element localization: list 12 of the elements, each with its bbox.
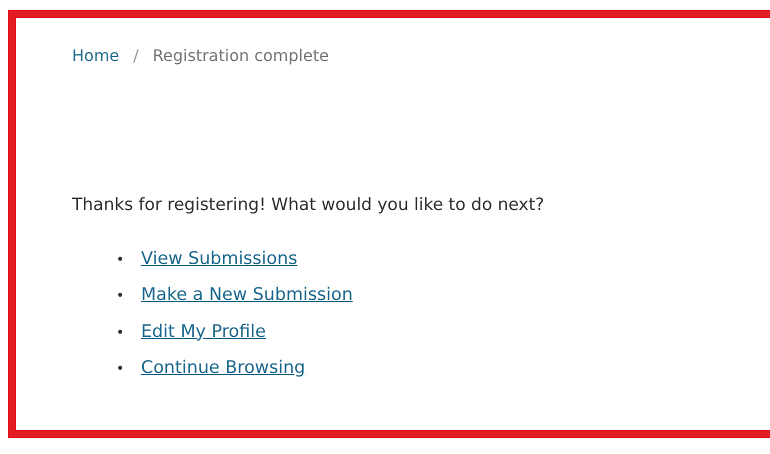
action-link[interactable]: Make a New Submission xyxy=(141,285,353,306)
bullet-icon: • xyxy=(116,324,141,341)
action-link[interactable]: Edit My Profile xyxy=(141,322,266,342)
current-page-text: Registration complete xyxy=(152,46,329,65)
bullet-icon: • xyxy=(116,360,141,377)
bullet-icon: • xyxy=(116,288,141,304)
action-link[interactable]: View Submissions xyxy=(141,249,298,269)
breadcrumb-separator: / xyxy=(133,46,139,65)
home-link[interactable]: Home xyxy=(72,46,120,65)
bullet-icon: • xyxy=(116,252,141,268)
action-link[interactable]: Continue Browsing xyxy=(141,358,306,378)
message-text: Thanks for registering! What would you like to do next? xyxy=(72,195,546,215)
